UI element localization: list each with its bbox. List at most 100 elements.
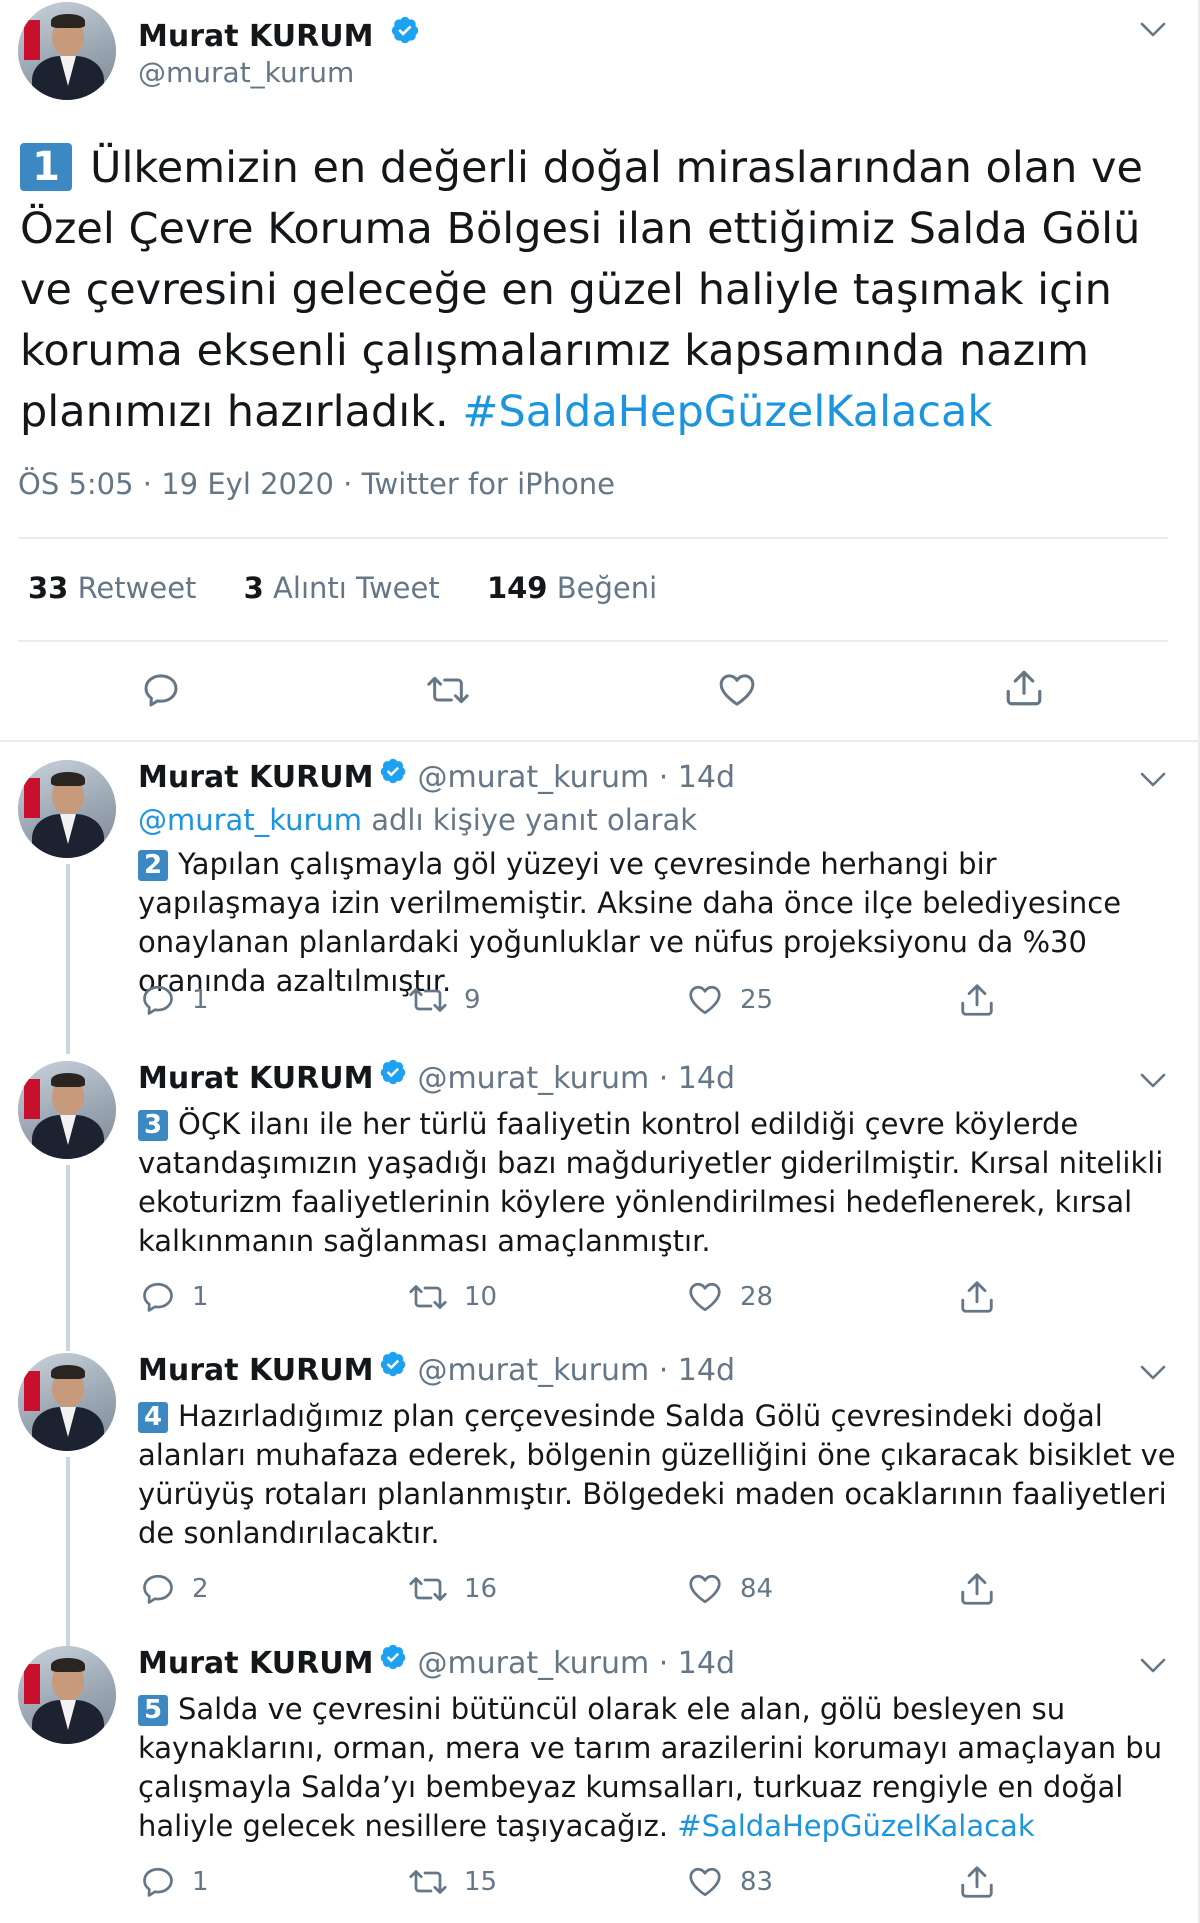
author-handle[interactable]: @murat_kurum (138, 56, 354, 90)
reply-button[interactable]: 1 (140, 1862, 209, 1902)
author-name[interactable]: Murat KURUM (138, 1061, 373, 1096)
handle-and-time[interactable]: @murat_kurum · 14d (417, 760, 735, 795)
retweet-button[interactable]: 10 (408, 1277, 497, 1317)
verified-badge-icon (379, 1643, 407, 1680)
thread-line (66, 1165, 70, 1351)
avatar[interactable] (18, 1353, 116, 1451)
divider (18, 537, 1168, 539)
chevron-down-icon[interactable] (1140, 1658, 1166, 1674)
share-button[interactable] (958, 980, 996, 1020)
avatar[interactable] (18, 2, 116, 100)
tweet-text: 3 ÖÇK ilanı ile her türlü faaliyetin kont… (138, 1105, 1178, 1261)
tweet-body: Yapılan çalışmayla göl yüzeyi ve çevresi… (138, 847, 1122, 998)
reply-button[interactable]: 1 (140, 980, 209, 1020)
tweet-actions: 1 15 83 (138, 1862, 1018, 1902)
tweet-actions: 2 16 84 (138, 1569, 1018, 1609)
heart-icon (719, 674, 755, 706)
stat-count: 149 (486, 571, 548, 605)
reply-tweet[interactable]: Murat KURUM @murat_kurum · 14d 3 ÖÇK ilanı… (0, 1059, 1198, 1353)
avatar[interactable] (18, 1646, 116, 1744)
stat-label: Retweet (77, 571, 197, 605)
handle-and-time[interactable]: @murat_kurum · 14d (417, 1646, 735, 1681)
thread-line (66, 864, 70, 1054)
handle-and-time[interactable]: @murat_kurum · 14d (417, 1353, 735, 1388)
hashtag-link[interactable]: #SaldaHepGüzelKalacak (677, 1809, 1034, 1843)
like-count: 83 (740, 1867, 774, 1897)
verified-badge-icon (379, 1350, 407, 1387)
like-button[interactable]: 28 (686, 1277, 773, 1317)
reply-header: Murat KURUM @murat_kurum · 14d (138, 757, 735, 797)
share-icon (961, 1866, 993, 1898)
stat-label: Beğeni (556, 571, 658, 605)
like-button[interactable]: 25 (686, 980, 773, 1020)
hashtag-link[interactable]: #SaldaHepGüzelKalacak (462, 387, 992, 437)
reply-tweet[interactable]: Murat KURUM @murat_kurum · 14d 4 Hazırladı… (0, 1350, 1198, 1647)
tweet-thread-page: Murat KURUM @murat_kurum 1 Ülkemizin en d… (0, 0, 1200, 1923)
stat-label: Alıntı Tweet (273, 571, 440, 605)
divider (18, 640, 1168, 642)
retweet-button[interactable] (426, 670, 470, 710)
reply-button[interactable]: 1 (140, 1277, 209, 1317)
tweet-text: 1 Ülkemizin en değerli doğal miraslarında… (20, 138, 1170, 443)
retweet-count: 15 (464, 1867, 498, 1897)
like-count: 84 (740, 1574, 774, 1604)
reply-icon (144, 674, 178, 707)
reply-button[interactable]: 2 (140, 1569, 209, 1609)
chevron-down-icon[interactable] (1140, 22, 1166, 38)
like-count: 28 (740, 1282, 774, 1312)
retweet-button[interactable]: 9 (408, 980, 481, 1020)
tweet-text: 5 Salda ve çevresini bütüncül olarak ele … (138, 1690, 1178, 1846)
retweet-button[interactable]: 16 (408, 1569, 497, 1609)
share-button[interactable] (958, 1277, 996, 1317)
retweet-button[interactable]: 15 (408, 1862, 497, 1902)
thread-line (66, 1457, 70, 1647)
reply-count: 1 (192, 1867, 209, 1897)
avatar[interactable] (18, 760, 116, 858)
tweet-body: Hazırladığımız plan çerçevesinde Salda G… (138, 1399, 1176, 1550)
verified-badge-icon (379, 757, 407, 794)
replying-to: @murat_kurum adlı kişiye yanıt olarak (138, 802, 697, 838)
tweet-text: 2 Yapılan çalışmayla göl yüzeyi ve çevres… (138, 845, 1178, 1001)
share-button[interactable] (1003, 667, 1045, 709)
share-button[interactable] (958, 1862, 996, 1902)
heart-icon (689, 1867, 721, 1897)
reply-button[interactable] (141, 670, 181, 710)
tweet-meta[interactable]: ÖS 5:05 · 19 Eyl 2020 · Twitter for iPho… (18, 466, 615, 502)
author-name-row[interactable]: Murat KURUM (138, 15, 420, 57)
tweet-actions: 1 10 28 (138, 1277, 1018, 1317)
share-icon (1006, 670, 1042, 706)
author-name[interactable]: Murat KURUM (138, 1646, 373, 1681)
share-button[interactable] (958, 1569, 996, 1609)
like-stat[interactable]: 149 Beğeni (487, 571, 657, 605)
reply-tweet[interactable]: Murat KURUM @murat_kurum · 14d @murat_kur… (0, 757, 1198, 1060)
author-name[interactable]: Murat KURUM (138, 1353, 373, 1388)
number-badge: 5 (138, 1695, 168, 1726)
author-name[interactable]: Murat KURUM (138, 19, 373, 54)
share-icon (961, 1281, 993, 1313)
like-button[interactable] (716, 670, 758, 710)
handle-and-time[interactable]: @murat_kurum · 14d (417, 1061, 735, 1096)
tweet-stats: 33 Retweet 3 Alıntı Tweet 149 Beğeni (28, 570, 695, 606)
chevron-down-icon[interactable] (1140, 772, 1166, 788)
reply-tweet[interactable]: Murat KURUM @murat_kurum · 14d 5 Salda ve … (0, 1643, 1198, 1923)
reply-count: 1 (192, 1282, 209, 1312)
replying-to-handle[interactable]: @murat_kurum (138, 803, 362, 837)
reply-count: 1 (192, 985, 209, 1015)
share-icon (961, 1573, 993, 1605)
like-button[interactable]: 83 (686, 1862, 773, 1902)
like-count: 25 (740, 985, 774, 1015)
heart-icon (689, 1282, 721, 1312)
avatar[interactable] (18, 1061, 116, 1159)
reply-count: 2 (192, 1574, 209, 1604)
retweet-count: 10 (464, 1282, 498, 1312)
main-tweet: Murat KURUM @murat_kurum 1 Ülkemizin en d… (0, 0, 1198, 740)
author-name[interactable]: Murat KURUM (138, 760, 373, 795)
retweet-stat[interactable]: 33 Retweet (28, 571, 196, 605)
verified-badge-icon (390, 15, 420, 54)
number-badge: 4 (138, 1402, 168, 1433)
like-button[interactable]: 84 (686, 1569, 773, 1609)
chevron-down-icon[interactable] (1140, 1073, 1166, 1089)
chevron-down-icon[interactable] (1140, 1365, 1166, 1381)
quote-tweet-stat[interactable]: 3 Alıntı Tweet (244, 571, 440, 605)
reply-header: Murat KURUM @murat_kurum · 14d (138, 1350, 735, 1390)
